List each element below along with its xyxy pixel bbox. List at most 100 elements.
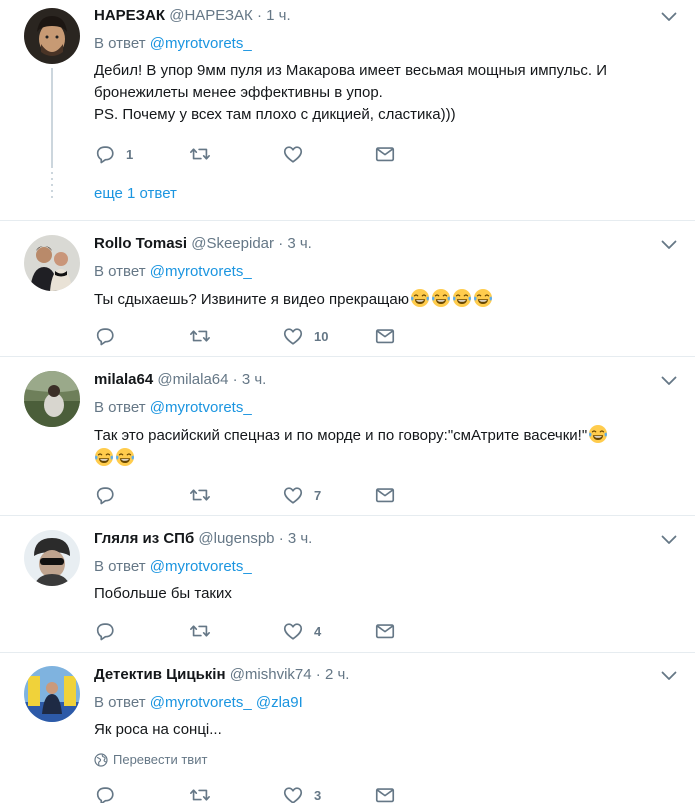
- like-button[interactable]: 10: [282, 325, 328, 347]
- heart-icon: [282, 784, 304, 803]
- laughing-emoji-icon: [94, 447, 114, 467]
- reply-button[interactable]: [94, 620, 116, 642]
- separator-dot: ·: [278, 235, 284, 252]
- avatar[interactable]: [24, 235, 80, 291]
- reply-icon: [94, 620, 116, 642]
- avatar[interactable]: [24, 8, 80, 64]
- tweet-text: Ты сдыхаешь? Извините я видео прекращаю: [94, 288, 674, 311]
- chevron-down-icon[interactable]: [661, 671, 677, 681]
- reply-icon: [94, 325, 116, 347]
- user-handle[interactable]: @mishvik74: [230, 666, 312, 683]
- reply-context: В ответ @myrotvorets_: [94, 34, 252, 54]
- heart-icon: [282, 143, 304, 165]
- user-handle[interactable]: @milala64: [157, 371, 228, 388]
- like-button[interactable]: 7: [282, 484, 321, 506]
- thread-dots: [51, 178, 53, 180]
- reply-prefix: В ответ: [94, 694, 146, 711]
- like-count: 3: [314, 787, 322, 803]
- timestamp[interactable]: 1 ч.: [266, 7, 291, 24]
- tweet[interactable]: milala64 @milala64 · 3 ч. В ответ @myrot…: [0, 357, 695, 516]
- retweet-button[interactable]: [189, 784, 211, 803]
- chevron-down-icon[interactable]: [661, 376, 677, 386]
- direct-message-button[interactable]: [374, 325, 396, 347]
- reply-icon: [94, 484, 116, 506]
- tweet-text-line: PS. Почему у всех там плохо с дикцией, с…: [94, 106, 456, 123]
- reply-mention[interactable]: @myrotvorets_: [150, 263, 252, 280]
- tweet-text-line: Дебил! В упор 9мм пуля из Макарова имеет…: [94, 62, 608, 79]
- user-name[interactable]: НАРЕЗАК: [94, 7, 165, 24]
- reply-context: В ответ @myrotvorets_: [94, 398, 252, 418]
- chevron-down-icon[interactable]: [661, 12, 677, 22]
- tweet-text-content: Ты сдыхаешь? Извините я видео прекращаю: [94, 291, 409, 308]
- direct-message-button[interactable]: [374, 620, 396, 642]
- reply-button[interactable]: [94, 484, 116, 506]
- reply-mention[interactable]: @myrotvorets_: [150, 558, 252, 575]
- timestamp[interactable]: 3 ч.: [287, 235, 312, 252]
- user-name[interactable]: Детектив Цицькін: [94, 666, 226, 683]
- tweet-text-line: Як роса на сонці...: [94, 721, 222, 738]
- show-more-replies-link[interactable]: еще 1 ответ: [94, 184, 177, 204]
- heart-icon: [282, 325, 304, 347]
- like-button[interactable]: 3: [282, 784, 321, 803]
- retweet-button[interactable]: [189, 325, 211, 347]
- reply-mention[interactable]: @myrotvorets_: [150, 694, 252, 711]
- tweet-text-line: [94, 447, 674, 470]
- reply-prefix: В ответ: [94, 558, 146, 575]
- user-name[interactable]: Гляля из СПб: [94, 530, 194, 547]
- direct-message-button[interactable]: [374, 484, 396, 506]
- chevron-down-icon[interactable]: [661, 535, 677, 545]
- user-handle[interactable]: @lugenspb: [198, 530, 274, 547]
- tweet[interactable]: Rollo Tomasi @Skeepidar · 3 ч. В ответ @…: [0, 221, 695, 357]
- translate-label: Перевести твит: [113, 752, 208, 767]
- chevron-down-icon[interactable]: [661, 240, 677, 250]
- avatar[interactable]: [24, 666, 80, 722]
- retweet-button[interactable]: [189, 143, 211, 165]
- translate-tweet-link[interactable]: Перевести твит: [94, 752, 207, 767]
- timestamp[interactable]: 3 ч.: [242, 371, 267, 388]
- thread-dots: [51, 190, 53, 192]
- user-name[interactable]: Rollo Tomasi: [94, 235, 187, 252]
- timestamp[interactable]: 2 ч.: [325, 666, 350, 683]
- reply-prefix: В ответ: [94, 35, 146, 52]
- like-button[interactable]: [282, 143, 304, 165]
- tweet-header: Детектив Цицькін @mishvik74 · 2 ч.: [94, 665, 349, 685]
- tweet-text: Побольше бы таких: [94, 583, 674, 605]
- retweet-icon: [189, 784, 211, 803]
- reply-mention[interactable]: @myrotvorets_: [150, 35, 252, 52]
- heart-icon: [282, 620, 304, 642]
- direct-message-button[interactable]: [374, 143, 396, 165]
- reply-button[interactable]: [94, 784, 116, 803]
- reply-mention[interactable]: @zla9I: [256, 694, 303, 711]
- user-name[interactable]: milala64: [94, 371, 153, 388]
- laughing-emoji-icon: [115, 447, 135, 467]
- user-handle[interactable]: @НАРЕЗАК: [169, 7, 253, 24]
- separator-dot: ·: [278, 530, 284, 547]
- like-button[interactable]: 4: [282, 620, 321, 642]
- reply-button[interactable]: [94, 325, 116, 347]
- separator-dot: ·: [232, 371, 238, 388]
- retweet-icon: [189, 620, 211, 642]
- tweet[interactable]: НАРЕЗАК @НАРЕЗАК · 1 ч. В ответ @myrotvo…: [0, 0, 695, 221]
- reply-count: 1: [126, 146, 134, 162]
- reply-button[interactable]: 1: [94, 143, 133, 165]
- reply-mention[interactable]: @myrotvorets_: [150, 399, 252, 416]
- tweet-text: Так это расийский спецназ и по морде и п…: [94, 424, 674, 470]
- globe-icon: [94, 753, 108, 767]
- tweet-text-line: Так это расийский спецназ и по морде и п…: [94, 424, 674, 447]
- retweet-button[interactable]: [189, 484, 211, 506]
- separator-dot: ·: [256, 7, 262, 24]
- tweet-header: Rollo Tomasi @Skeepidar · 3 ч.: [94, 234, 312, 254]
- user-handle[interactable]: @Skeepidar: [191, 235, 274, 252]
- timestamp[interactable]: 3 ч.: [288, 530, 313, 547]
- tweet-header: Гляля из СПб @lugenspb · 3 ч.: [94, 529, 312, 549]
- avatar[interactable]: [24, 371, 80, 427]
- tweet-text-line: бронежилеты менее эффективны в упор.: [94, 84, 383, 101]
- tweet[interactable]: Гляля из СПб @lugenspb · 3 ч. В ответ @m…: [0, 516, 695, 653]
- tweet[interactable]: Детектив Цицькін @mishvik74 · 2 ч. В отв…: [0, 653, 695, 803]
- envelope-icon: [374, 784, 396, 803]
- retweet-icon: [189, 143, 211, 165]
- retweet-button[interactable]: [189, 620, 211, 642]
- heart-icon: [282, 484, 304, 506]
- avatar[interactable]: [24, 530, 80, 586]
- direct-message-button[interactable]: [374, 784, 396, 803]
